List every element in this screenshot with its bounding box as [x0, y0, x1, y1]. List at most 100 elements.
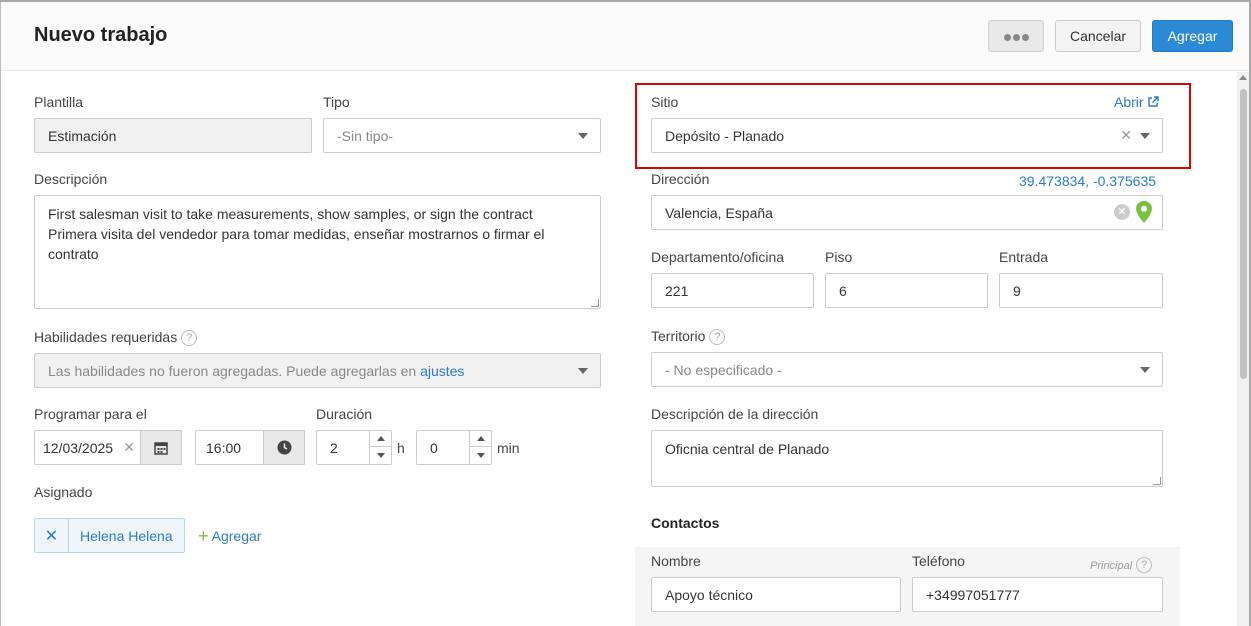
contact-name-value: Apoyo técnico: [665, 586, 753, 603]
open-link-label: Abrir: [1114, 94, 1144, 110]
minutes-stepper[interactable]: [469, 431, 491, 464]
date-value: 12/03/2025: [43, 439, 114, 456]
type-placeholder: -Sin tipo-: [337, 127, 394, 144]
settings-link[interactable]: ajustes: [420, 363, 464, 379]
contact-phone-value: +34997051777: [926, 586, 1020, 603]
decrement-button[interactable]: [370, 447, 391, 464]
entrance-input[interactable]: 9: [999, 273, 1163, 308]
page-title: Nuevo trabajo: [34, 24, 168, 46]
plus-icon: +: [198, 526, 209, 546]
address-description-textarea[interactable]: Oficnia central de Planado: [651, 430, 1163, 487]
principal-label: Principal?: [1090, 557, 1153, 573]
hours-value: 2: [330, 439, 338, 456]
more-button[interactable]: [988, 20, 1044, 52]
remove-assignee-icon[interactable]: ✕: [35, 519, 69, 552]
increment-button[interactable]: [470, 431, 491, 447]
scrollbar[interactable]: [1237, 72, 1249, 626]
help-icon[interactable]: ?: [709, 329, 726, 345]
territory-label: Territorio?: [651, 328, 726, 345]
site-value: Depósito - Planado: [665, 127, 785, 144]
clock-button[interactable]: [263, 430, 305, 465]
help-icon[interactable]: ?: [181, 330, 198, 346]
chevron-down-icon: [578, 133, 588, 139]
principal-text: Principal: [1090, 560, 1133, 572]
increment-button[interactable]: [370, 431, 391, 447]
assignee-name: Helena Helena: [80, 527, 173, 544]
address-description-label: Descripción de la dirección: [651, 406, 819, 422]
clear-site-icon[interactable]: ✕: [1120, 127, 1132, 144]
schedule-label: Programar para el: [34, 406, 147, 422]
arrow-down-icon: [376, 453, 385, 458]
description-label: Descripción: [34, 171, 108, 187]
calendar-icon: [154, 441, 168, 455]
map-pin-icon[interactable]: [1136, 201, 1152, 223]
coordinates-link[interactable]: 39.473834, -0.375635: [1019, 173, 1156, 189]
skills-label: Habilidades requeridas?: [34, 329, 198, 346]
skills-select[interactable]: Las habilidades no fueron agregadas. Pue…: [34, 353, 601, 388]
minutes-value: 0: [430, 439, 438, 456]
territory-label-text: Territorio: [651, 328, 706, 344]
help-icon[interactable]: ?: [1136, 557, 1153, 573]
minutes-unit: min: [497, 440, 520, 456]
template-field: Estimación: [34, 118, 312, 153]
skills-text: Las habilidades no fueron agregadas. Pue…: [48, 362, 417, 379]
time-value: 16:00: [206, 439, 242, 456]
duration-label: Duración: [316, 406, 373, 422]
add-assignee-button[interactable]: + Agregar: [198, 526, 262, 546]
address-input[interactable]: Valencia, España ✕: [651, 195, 1163, 230]
chevron-down-icon: [1140, 133, 1150, 139]
site-select[interactable]: Depósito - Planado ✕: [651, 118, 1163, 153]
arrow-up-icon: [476, 435, 485, 441]
external-link-icon: [1148, 96, 1160, 107]
modal: Nuevo trabajo Cancelar Agregar Plantilla…: [0, 2, 1249, 626]
clear-address-icon[interactable]: ✕: [1114, 204, 1130, 220]
scroll-up-icon[interactable]: [1239, 75, 1247, 80]
floor-label: Piso: [825, 249, 853, 265]
floor-input[interactable]: 6: [825, 273, 988, 308]
template-label: Plantilla: [34, 94, 84, 110]
template-value: Estimación: [48, 127, 117, 144]
site-label: Sitio: [651, 94, 679, 110]
assigned-label: Asignado: [34, 484, 93, 500]
open-site-link[interactable]: Abrir: [1114, 94, 1160, 110]
entrance-label: Entrada: [999, 249, 1049, 265]
clear-date-icon[interactable]: ✕: [123, 439, 135, 456]
description-textarea[interactable]: First salesman visit to take measurement…: [34, 195, 601, 309]
modal-header: Nuevo trabajo Cancelar Agregar: [1, 2, 1249, 71]
assignee-chip: ✕ Helena Helena: [34, 518, 185, 553]
floor-value: 6: [839, 282, 847, 299]
calendar-button[interactable]: [140, 430, 182, 465]
date-input[interactable]: 12/03/2025 ✕: [34, 430, 144, 465]
minutes-input[interactable]: 0: [416, 430, 492, 465]
hours-input[interactable]: 2: [316, 430, 392, 465]
cancel-button[interactable]: Cancelar: [1055, 20, 1141, 52]
department-input[interactable]: 221: [651, 273, 814, 308]
address-label: Dirección: [651, 171, 710, 187]
arrow-up-icon: [376, 435, 385, 441]
add-button[interactable]: Agregar: [1152, 20, 1233, 52]
contact-name-label: Nombre: [651, 553, 701, 569]
department-label: Departamento/oficina: [651, 249, 785, 265]
resize-handle[interactable]: [1153, 477, 1161, 485]
resize-handle[interactable]: [591, 299, 599, 307]
add-assignee-label: Agregar: [211, 528, 262, 544]
hours-stepper[interactable]: [369, 431, 391, 464]
department-value: 221: [665, 282, 689, 299]
chevron-down-icon: [1140, 367, 1150, 373]
clock-icon: [277, 440, 291, 455]
decrement-button[interactable]: [470, 447, 491, 464]
address-value: Valencia, España: [665, 204, 773, 221]
type-select[interactable]: -Sin tipo-: [323, 118, 601, 153]
territory-value: - No especificado -: [665, 361, 782, 378]
contact-phone-input[interactable]: +34997051777: [912, 577, 1163, 612]
more-dots-icon: [1003, 28, 1030, 44]
territory-select[interactable]: - No especificado -: [651, 352, 1163, 387]
contact-phone-label: Teléfono: [912, 553, 965, 569]
time-input[interactable]: 16:00: [195, 430, 265, 465]
entrance-value: 9: [1013, 282, 1021, 299]
skills-label-text: Habilidades requeridas: [34, 329, 178, 345]
scrollbar-thumb[interactable]: [1240, 89, 1247, 379]
contact-name-input[interactable]: Apoyo técnico: [651, 577, 901, 612]
type-label: Tipo: [323, 94, 350, 110]
arrow-down-icon: [476, 453, 485, 458]
